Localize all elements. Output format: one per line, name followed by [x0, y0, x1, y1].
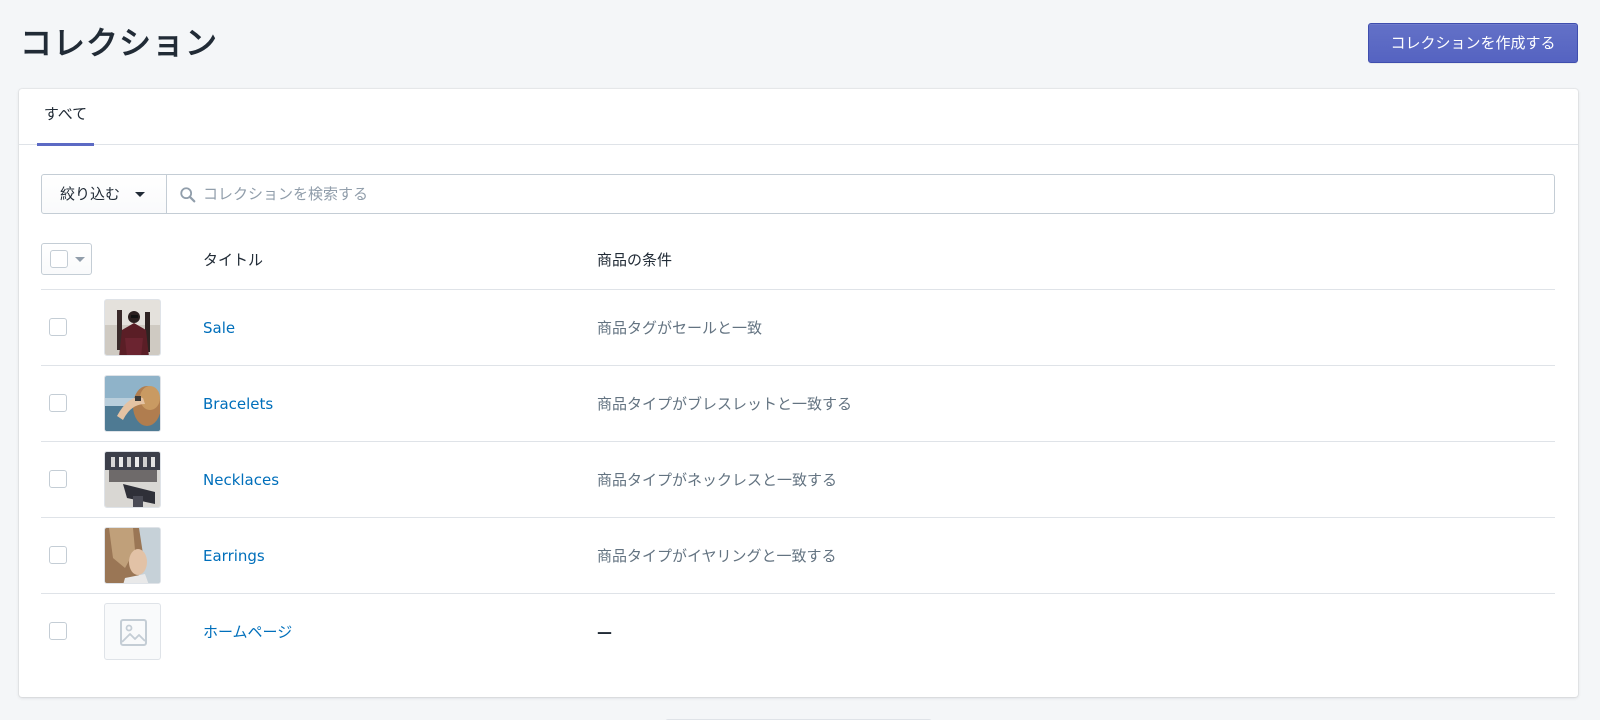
table-row: ホームページ —	[41, 594, 1555, 670]
collection-title-link[interactable]: Necklaces	[203, 442, 279, 518]
table-row: Bracelets 商品タイプがブレスレットと一致する	[41, 366, 1555, 442]
necklaces-photo	[105, 452, 160, 507]
table-header: タイトル 商品の条件	[41, 234, 1555, 290]
page-header: コレクション コレクションを作成する	[20, 18, 1578, 64]
collection-conditions: 商品タイプがネックレスと一致する	[597, 471, 838, 489]
collection-conditions: 商品タグがセールと一致	[597, 319, 763, 337]
collection-conditions: 商品タイプがブレスレットと一致する	[597, 395, 853, 413]
tab-all[interactable]: すべて	[37, 89, 94, 146]
table-row: Earrings 商品タイプがイヤリングと一致する	[41, 518, 1555, 594]
table-row: Sale 商品タグがセールと一致	[41, 290, 1555, 366]
column-header-conditions: 商品の条件	[597, 251, 673, 269]
row-checkbox[interactable]	[49, 318, 67, 336]
select-all-checkbox[interactable]	[50, 250, 68, 268]
collection-thumbnail[interactable]	[104, 299, 161, 356]
filter-button[interactable]: 絞り込む	[41, 174, 167, 214]
collection-title-link[interactable]: ホームページ	[203, 594, 292, 670]
caret-down-icon	[75, 257, 85, 262]
sale-photo	[105, 300, 160, 355]
create-collection-button[interactable]: コレクションを作成する	[1368, 23, 1578, 63]
tab-active-indicator	[37, 143, 94, 146]
table-row: Necklaces 商品タイプがネックレスと一致する	[41, 442, 1555, 518]
column-header-title: タイトル	[203, 251, 264, 269]
collection-thumbnail[interactable]	[104, 603, 161, 660]
caret-down-icon	[135, 192, 145, 197]
collection-thumbnail[interactable]	[104, 375, 161, 432]
collection-title-link[interactable]: Sale	[203, 290, 235, 366]
collection-thumbnail[interactable]	[104, 451, 161, 508]
collection-conditions: 商品タイプがイヤリングと一致する	[597, 547, 837, 565]
search-box[interactable]	[166, 174, 1555, 214]
tab-bar: すべて	[19, 89, 1578, 146]
row-checkbox[interactable]	[49, 546, 67, 564]
search-icon	[180, 187, 196, 203]
earrings-photo	[105, 528, 160, 583]
row-checkbox[interactable]	[49, 470, 67, 488]
collection-conditions: —	[597, 623, 612, 641]
row-checkbox[interactable]	[49, 394, 67, 412]
bulk-select-dropdown[interactable]	[41, 243, 92, 275]
page-title: コレクション	[20, 24, 219, 62]
bracelets-photo	[105, 376, 160, 431]
row-checkbox[interactable]	[49, 622, 67, 640]
collection-title-link[interactable]: Bracelets	[203, 366, 273, 442]
tab-all-label: すべて	[43, 105, 88, 123]
placeholder-image-icon	[120, 619, 147, 646]
collections-card: すべて 絞り込む タイトル 商品の条件	[19, 89, 1578, 697]
collection-thumbnail[interactable]	[104, 527, 161, 584]
search-input[interactable]	[203, 175, 1544, 213]
collections-table: タイトル 商品の条件 Sale 商品タグがセールと一致 Bracelets 商品…	[41, 234, 1555, 670]
filter-button-label: 絞り込む	[60, 185, 121, 203]
filter-row: 絞り込む	[41, 174, 1555, 214]
collection-title-link[interactable]: Earrings	[203, 518, 265, 594]
